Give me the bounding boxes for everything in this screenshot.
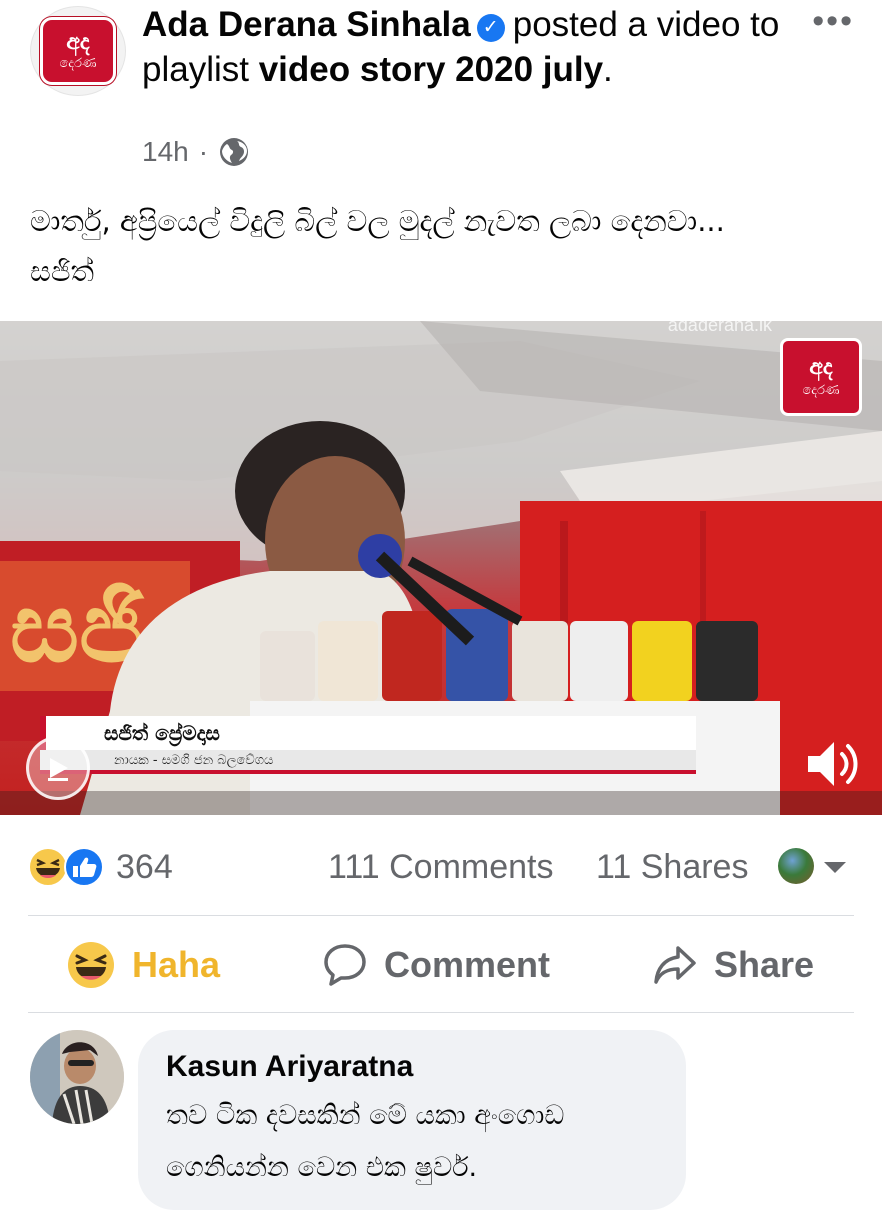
post-headline: Ada Derana Sinhala ✓ posted a video to pla… [142,2,782,92]
viewer-avatar[interactable] [778,848,814,884]
comment-text: තව ටික දවසකින් මේ යකා අංගොඩ ගෙනියන්න වෙන… [166,1090,666,1194]
comments-count[interactable]: 111 Comments [328,848,554,887]
more-options-icon[interactable]: ••• [812,2,854,41]
video-channel-logo: අද දෙරණ [780,338,862,416]
page-avatar[interactable]: අද දෙරණ [30,6,126,96]
shares-count[interactable]: 11 Shares [596,848,748,887]
lower-third-name: සජිත් ප්‍රේමදාස [40,716,696,750]
globe-icon [220,138,249,166]
comment-label: Comment [384,944,551,985]
comment-button[interactable]: Comment [322,918,550,1012]
verified-badge-icon: ✓ [476,14,505,42]
post-header: අද දෙරණ Ada Derana Sinhala ✓ posted a vide… [0,0,882,180]
chevron-down-icon[interactable] [824,862,846,873]
haha-label: Haha [132,944,221,985]
logo-line-2: දෙරණ [59,56,97,71]
playlist-link[interactable]: video story 2020 july [259,50,603,89]
ada-derana-logo: අද දෙරණ [40,17,116,85]
video-watermark: adaderana.lk [667,321,772,335]
commenter-photo [30,1030,124,1124]
logo-line-1: අද [66,30,90,55]
haha-icon [68,942,114,988]
comment-bubble: Kasun Ariyaratna තව ටික දවසකින් මේ යකා අ… [138,1030,686,1210]
comment-text-line-1: තව ටික දවසකින් මේ යකා අංගොඩ [166,1100,565,1131]
action-bar: Haha Comment Share [0,918,882,1012]
post-text-line-1: මාර්තු, අප්‍රියෙල් විදුලි බිල් වල මුදල් … [30,204,725,238]
divider-top [28,915,854,916]
post-timestamp[interactable]: 14h [142,136,189,168]
divider-bottom [28,1012,854,1013]
play-icon [48,758,68,781]
lower-third-title: නායක - සමගි ජන බලවේගය [40,750,696,774]
post-text-line-2: සජිත් [30,254,95,288]
comment-text-line-2: ගෙනියන්න වෙන එක ෂුවර්. [166,1152,478,1183]
video-logo-line-1: අද [809,355,833,380]
video-lower-third: සජිත් ප්‍රේමදාස නායක - සමගි ජන බලවේගය [40,716,696,774]
commenter-avatar[interactable] [30,1030,124,1124]
reaction-icons[interactable] [28,846,108,888]
headline-period: . [603,50,613,89]
volume-icon[interactable] [800,732,864,796]
reaction-count[interactable]: 364 [116,848,173,887]
share-button[interactable]: Share [652,918,814,1012]
meta-separator: · [198,136,209,167]
comment-author[interactable]: Kasun Ariyaratna [166,1050,413,1084]
haha-button[interactable]: Haha [66,918,220,1012]
like-icon [64,847,104,887]
play-button[interactable] [26,736,90,800]
share-icon [654,946,696,984]
post-meta: 14h · [142,136,250,168]
post-text: මාර්තු, අප්‍රියෙල් විදුලි බිල් වල මුදල් … [30,196,850,296]
page-name-link[interactable]: Ada Derana Sinhala [142,5,471,44]
comment-icon [324,944,366,986]
video-logo-line-2: දෙරණ [802,383,840,398]
share-label: Share [714,944,815,985]
haha-icon [28,847,68,887]
reaction-summary: 364 111 Comments 11 Shares [0,840,882,896]
